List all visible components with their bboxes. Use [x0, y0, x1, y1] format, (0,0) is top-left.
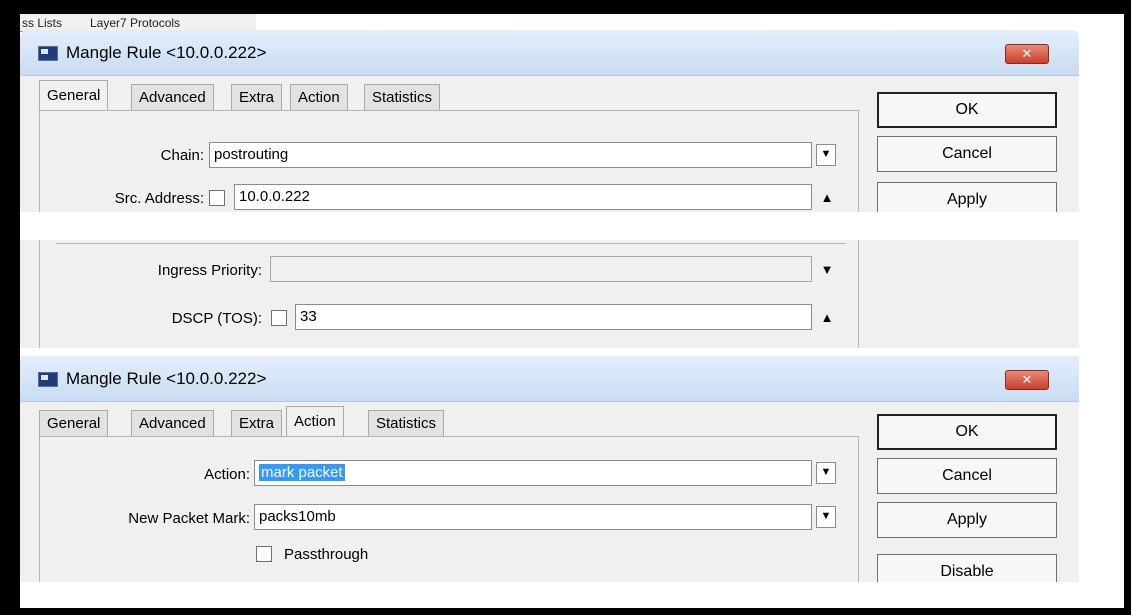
tab-action[interactable]: Action: [290, 84, 348, 110]
dscp-invert-checkbox[interactable]: [271, 310, 287, 326]
group-separator: [56, 243, 846, 244]
new-packet-mark-label: New Packet Mark:: [128, 510, 250, 527]
background-tab-address-lists[interactable]: ss Lists: [22, 16, 62, 30]
action-label: Action:: [204, 466, 250, 483]
dscp-value: 33: [300, 308, 317, 325]
mangle-rule-window-advanced-fragment: Ingress Priority: ▼ DSCP (TOS): 33 ▲: [20, 240, 1079, 348]
window-app-icon: [38, 372, 58, 387]
new-packet-mark-dropdown-button[interactable]: ▼: [816, 506, 836, 528]
dropdown-arrow-icon: ▼: [820, 510, 832, 522]
apply-button[interactable]: Apply: [877, 182, 1057, 212]
chain-label: Chain:: [160, 147, 204, 164]
mangle-rule-window-general: Mangle Rule <10.0.0.222> ✕ General Advan…: [20, 30, 1079, 212]
src-address-invert-checkbox[interactable]: [209, 190, 225, 206]
passthrough-label: Passthrough: [284, 546, 369, 563]
action-dropdown-button[interactable]: ▼: [816, 462, 836, 484]
apply-button[interactable]: Apply: [877, 502, 1057, 538]
cancel-button[interactable]: Cancel: [877, 136, 1057, 172]
tab-extra[interactable]: Extra: [231, 410, 283, 436]
tab-action[interactable]: Action: [286, 406, 344, 437]
triangle-up-icon[interactable]: ▲: [819, 310, 835, 325]
cancel-button[interactable]: Cancel: [877, 458, 1057, 494]
dropdown-arrow-icon: ▼: [820, 466, 832, 478]
tab-advanced[interactable]: Advanced: [131, 84, 214, 110]
triangle-up-icon[interactable]: ▲: [819, 190, 835, 205]
triangle-down-icon[interactable]: ▼: [819, 262, 835, 277]
ok-button[interactable]: OK: [877, 414, 1057, 450]
dscp-label: DSCP (TOS):: [171, 310, 262, 327]
window-titlebar[interactable]: Mangle Rule <10.0.0.222> ✕: [20, 30, 1079, 76]
frame-top: [0, 0, 1131, 14]
ok-button[interactable]: OK: [877, 92, 1057, 128]
tab-statistics[interactable]: Statistics: [368, 410, 445, 436]
tab-general[interactable]: General: [39, 410, 109, 436]
src-address-label: Src. Address:: [114, 190, 204, 207]
tab-advanced[interactable]: Advanced: [131, 410, 214, 436]
dscp-field[interactable]: 33: [295, 304, 812, 330]
new-packet-mark-field[interactable]: packs10mb: [254, 504, 812, 530]
close-icon: ✕: [1021, 46, 1033, 61]
mangle-rule-window-action: Mangle Rule <10.0.0.222> ✕ General Advan…: [20, 356, 1079, 582]
window-app-icon: [38, 46, 58, 61]
button-column-divider: [858, 240, 859, 348]
src-address-value: 10.0.0.222: [239, 188, 310, 205]
frame-right: [1124, 0, 1131, 615]
tab-general[interactable]: General: [39, 80, 109, 111]
src-address-field[interactable]: 10.0.0.222: [234, 184, 812, 210]
chain-field[interactable]: postrouting: [209, 142, 812, 168]
frame-left: [0, 0, 20, 615]
window-titlebar[interactable]: Mangle Rule <10.0.0.222> ✕: [20, 356, 1079, 402]
disable-button[interactable]: Disable: [877, 554, 1057, 582]
window-title: Mangle Rule <10.0.0.222>: [66, 43, 267, 62]
passthrough-checkbox[interactable]: [256, 546, 272, 562]
chain-value: postrouting: [214, 146, 289, 163]
ingress-priority-field[interactable]: [270, 256, 812, 282]
background-tab-layer7-protocols[interactable]: Layer7 Protocols: [90, 16, 180, 30]
button-column-divider: [858, 110, 859, 212]
chain-dropdown-button[interactable]: ▼: [816, 144, 836, 166]
close-icon: ✕: [1021, 372, 1033, 387]
ingress-priority-label: Ingress Priority:: [157, 262, 262, 279]
action-value: mark packet: [259, 464, 345, 481]
window-title: Mangle Rule <10.0.0.222>: [66, 369, 267, 388]
action-select[interactable]: mark packet: [254, 460, 812, 486]
tab-statistics[interactable]: Statistics: [364, 84, 441, 110]
dropdown-arrow-icon: ▼: [820, 148, 832, 160]
new-packet-mark-value: packs10mb: [259, 508, 336, 525]
button-column-divider: [858, 436, 859, 582]
frame-bottom: [0, 608, 1131, 615]
close-button[interactable]: ✕: [1005, 44, 1049, 64]
tab-extra[interactable]: Extra: [231, 84, 283, 110]
close-button[interactable]: ✕: [1005, 370, 1049, 390]
